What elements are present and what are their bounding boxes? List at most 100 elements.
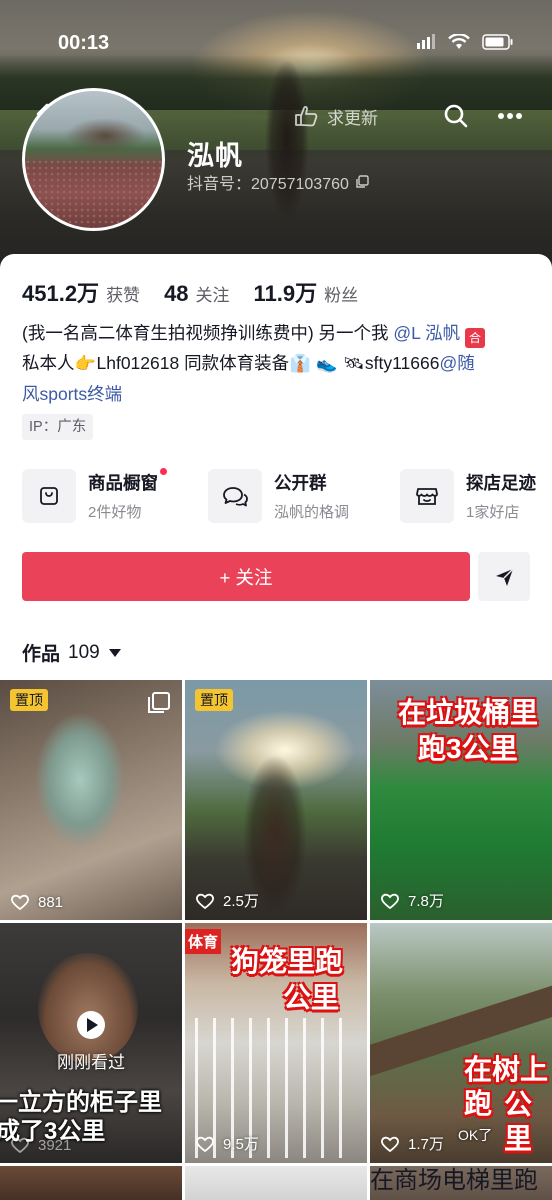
pinned-badge: 置顶 xyxy=(195,689,233,711)
sneaker-icon: 👟 xyxy=(316,354,338,373)
satellite-icon: 🛰 xyxy=(343,354,365,373)
video-tile[interactable] xyxy=(185,1166,367,1200)
video-tile[interactable]: 置顶 881 xyxy=(0,680,182,920)
tab-works-label: 作品 xyxy=(22,644,61,665)
shortcut-store-title: 探店足迹 xyxy=(466,473,536,493)
shortcut-group[interactable]: 公开群 泓帆的格调 xyxy=(208,467,349,525)
heart-icon xyxy=(381,893,399,909)
stat-likes-label: 获赞 xyxy=(106,286,141,305)
battery-icon xyxy=(482,34,513,50)
video-likes: 881 xyxy=(10,893,63,911)
copy-icon[interactable] xyxy=(355,175,369,189)
recently-watched-label: 刚刚看过 xyxy=(57,1053,125,1072)
status-bar: 00:13 xyxy=(0,30,552,60)
bio: (我一名高二体育生拍视频挣训练费中) 另一个我 @L 泓帆 合 私本人👉Lhf0… xyxy=(22,318,532,409)
video-tile[interactable]: 在垃圾桶里 跑3公里 7.8万 xyxy=(370,680,552,920)
bio-mention-alt-account[interactable]: @L 泓帆 xyxy=(393,323,460,343)
store-icon xyxy=(416,488,438,505)
search-button[interactable] xyxy=(436,100,476,132)
status-icons xyxy=(416,34,514,50)
shirt-icon: 👔 xyxy=(289,354,311,373)
video-tile[interactable]: 置顶 2.5万 xyxy=(185,680,367,920)
cover-runner xyxy=(262,55,312,225)
shortcut-group-sub: 泓帆的格调 xyxy=(274,504,350,521)
video-likes-count: 3921 xyxy=(38,1136,72,1154)
chat-bubbles-icon xyxy=(223,487,248,507)
multi-image-icon xyxy=(148,692,170,713)
search-icon xyxy=(444,104,468,128)
request-update-label: 求更新 xyxy=(327,108,378,128)
bio-line2-a: 私本人 xyxy=(22,353,75,373)
video-caption: 在商场电梯里跑 xyxy=(370,1167,538,1194)
stats-row: 451.2万 获赞 48 关注 11.9万 粉丝 xyxy=(22,276,382,308)
shortcut-showcase[interactable]: 商品橱窗 2件好物 xyxy=(22,467,167,525)
heart-icon xyxy=(381,1136,399,1152)
pinned-badge: 置顶 xyxy=(10,689,48,711)
profile-card: 451.2万 获赞 48 关注 11.9万 粉丝 (我一名高二体育生拍视频挣训练… xyxy=(0,254,552,1200)
heart-icon xyxy=(11,1137,29,1154)
signal-icon xyxy=(417,34,435,49)
video-note: OK了 xyxy=(458,1127,493,1143)
heart-icon xyxy=(196,893,214,909)
stat-followers-label: 粉丝 xyxy=(324,286,359,305)
video-likes-count: 7.8万 xyxy=(408,893,444,910)
video-tile[interactable] xyxy=(0,1166,182,1200)
status-time: 00:13 xyxy=(58,32,110,54)
bio-joint-tag: 合 xyxy=(464,328,485,348)
shortcut-showcase-sub: 2件好物 xyxy=(88,504,142,521)
stat-following[interactable]: 48 关注 xyxy=(164,281,229,307)
heart-icon xyxy=(196,1136,214,1152)
shopping-bag-icon xyxy=(40,487,58,505)
tab-works[interactable]: 作品 109 xyxy=(22,639,121,666)
notification-dot xyxy=(160,468,167,475)
hand-pointer-icon xyxy=(295,106,318,127)
stat-likes[interactable]: 451.2万 获赞 xyxy=(22,276,140,308)
pointing-hand-icon: 👉 xyxy=(74,354,97,373)
profile-cover: 00:13 求更新 泓帆 抖音号：20757103760 xyxy=(0,0,552,270)
bio-line2-c: sfty11666 xyxy=(364,353,440,373)
avatar[interactable] xyxy=(22,88,165,231)
tab-works-count: 109 xyxy=(68,641,100,663)
douyin-id[interactable]: 抖音号：20757103760 xyxy=(187,170,369,194)
send-icon xyxy=(496,567,514,586)
stat-followers-num: 11.9万 xyxy=(253,281,318,306)
video-likes-count: 9.5万 xyxy=(223,1136,259,1153)
video-likes-count: 2.5万 xyxy=(223,893,259,910)
bio-line1-text: (我一名高二体育生拍视频挣训练费中) 另一个我 xyxy=(22,323,394,343)
top-actions: 求更新 xyxy=(293,100,530,132)
douyin-id-text: 抖音号：20757103760 xyxy=(187,176,349,193)
request-update-button[interactable]: 求更新 xyxy=(293,104,378,129)
bio-mention-store-cont[interactable]: 风sports终端 xyxy=(22,384,122,404)
video-tile[interactable]: 在商场电梯里跑 xyxy=(370,1166,552,1200)
shortcut-showcase-title: 商品橱窗 xyxy=(88,468,167,495)
share-button[interactable] xyxy=(478,552,530,601)
sc-icon-box xyxy=(400,469,454,523)
follow-button[interactable]: + 关注 xyxy=(22,552,470,601)
video-likes: 2.5万 xyxy=(195,890,259,911)
video-likes: 7.8万 xyxy=(380,890,444,911)
video-likes-count: 1.7万 xyxy=(408,1136,444,1153)
video-tile[interactable]: 体育 狗笼里跑 公里 9.5万 xyxy=(185,923,367,1163)
video-likes: 3921 xyxy=(10,1136,71,1154)
shortcut-store-sub: 1家好店 xyxy=(466,504,520,521)
shortcut-store-visits[interactable]: 探店足迹 1家好店 xyxy=(400,467,536,525)
recently-watched: 刚刚看过 xyxy=(0,1011,182,1073)
video-tile[interactable]: 在树上跑 公里 OK了 1.7万 xyxy=(370,923,552,1163)
bio-line2-b: Lhf012618 同款体育装备 xyxy=(96,353,290,373)
caret-down-icon xyxy=(108,648,121,657)
stat-followers[interactable]: 11.9万 粉丝 xyxy=(254,276,359,308)
video-caption: 在垃圾桶里 xyxy=(398,697,539,728)
username: 泓帆 xyxy=(187,141,243,171)
stat-likes-num: 451.2万 xyxy=(22,281,100,306)
heart-icon xyxy=(11,894,29,911)
video-caption: 狗笼里跑 xyxy=(231,946,344,977)
video-caption: 公里 xyxy=(504,1089,533,1154)
wifi-icon xyxy=(448,34,470,49)
bio-mention-store[interactable]: @随 xyxy=(439,353,474,373)
shop-sign: 体育 xyxy=(185,929,222,954)
more-button[interactable] xyxy=(490,100,530,132)
video-tile[interactable]: 刚刚看过 一立方的柜子里 成了3公里 3921 xyxy=(0,923,182,1163)
sc-icon-box xyxy=(22,469,76,523)
shortcut-group-title: 公开群 xyxy=(274,473,327,493)
video-caption: 公里 xyxy=(283,982,340,1013)
